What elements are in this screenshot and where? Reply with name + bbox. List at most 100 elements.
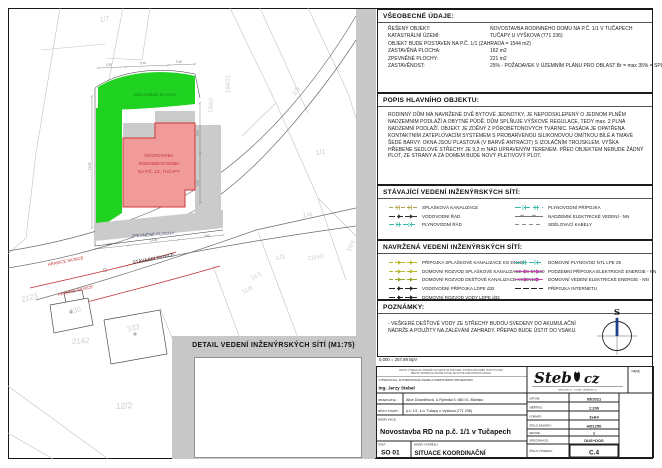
legend-item: PŘÍPOJKA SPLAŠKOVÉ KANALIZACE KG DN150 bbox=[388, 258, 512, 267]
legend-line-sample bbox=[388, 259, 418, 266]
panel-proposed-utilities: NAVRŽENÁ VEDENÍ INŽENÝRSKÝCH SÍTÍ: PŘÍPO… bbox=[377, 240, 653, 300]
legend-label: PODZEMNÍ PŘÍPOJKA ELEKTRICKÉ ENERGIE - N… bbox=[548, 269, 656, 274]
legend-line-sample bbox=[514, 204, 544, 211]
legend-label: SPLAŠKOVÁ KANALIZACE bbox=[422, 205, 478, 210]
legend-item: NADZEMNÍ ELEKTRICKÉ VEDENÍ - NN bbox=[514, 212, 652, 221]
drawing-sheet: 1,50 9,70 5,40 4,65 14,00 3,80 9,00 8,50… bbox=[0, 0, 662, 468]
general-rows: ŘEŠENÝ OBJEKT:NOVOSTAVBA RODINNÉHO DOMU … bbox=[378, 23, 652, 70]
legend-label: VODOVODNÍ PŘÍPOJKA LDPE d32 bbox=[422, 286, 495, 291]
compass-needle bbox=[616, 318, 619, 336]
format-label: FORMÁT: bbox=[530, 415, 542, 419]
legend-label: PŘÍPOJKA INTERNETU bbox=[548, 286, 597, 291]
row-label: ZASTAVĚNOST: bbox=[388, 63, 490, 70]
part-value: SO 01 bbox=[381, 450, 400, 457]
titleblock-texts: TENTO VÝKRES JE CHRÁNĚN AUTORSKÝM ZÁKONE… bbox=[378, 369, 640, 457]
legend-label: DOMOVNÍ PLYNOVOD NTL LPE 25 bbox=[548, 260, 621, 265]
panel-general-data: VŠEOBECNÉ ÚDAJE: ŘEŠENÝ OBJEKT:NOVOSTAVB… bbox=[377, 9, 653, 93]
svg-text:10/3: 10/3 bbox=[346, 239, 357, 253]
svg-text:1/4: 1/4 bbox=[302, 211, 313, 220]
legend-item: VODOVODNÍ PŘÍPOJKA LDPE d32 bbox=[388, 284, 512, 293]
new-house-label: RODINNÉHO DOMU bbox=[139, 161, 180, 166]
existing-legend-col2: PLYNOVODNÍ PŘÍPOJKANADZEMNÍ ELEKTRICKÉ V… bbox=[512, 203, 652, 229]
panel-description-title: POPIS HLAVNÍHO OBJEKTU: bbox=[378, 94, 652, 107]
new-house-label: NA P.Č. 1/1, TUČAPY bbox=[138, 169, 180, 174]
svg-text:2119/2: 2119/2 bbox=[307, 254, 324, 262]
panel-proposed-title: NAVRŽENÁ VEDENÍ INŽENÝRSKÝCH SÍTÍ: bbox=[378, 241, 652, 254]
drawing-name-label: NÁZEV VÝKRESU: bbox=[414, 443, 438, 447]
legend-item: PŘÍPOJKA INTERNETU bbox=[514, 284, 652, 293]
legend-item: VODOVODNÍ ŘÁD bbox=[388, 212, 512, 221]
order-number-value: HD1250 bbox=[587, 423, 602, 428]
legend-line-sample bbox=[514, 276, 544, 283]
general-row: ZPEVNĚNÉ PLOCHY:221 m2 bbox=[378, 56, 652, 63]
description-text: RODINNÝ DŮM MÁ NAVRŽENÉ DVĚ BYTOVÉ JEDNO… bbox=[378, 107, 652, 160]
svg-text:2123: 2123 bbox=[20, 291, 38, 304]
author-label: VYPRACOVAL, AUTORIZOVANÁ OSOBA A ZODPOVĚ… bbox=[379, 377, 474, 382]
specification-value: DUS+DOS bbox=[584, 438, 604, 443]
format-value: 3xA4 bbox=[589, 414, 599, 419]
compass-north-label: S bbox=[614, 308, 620, 318]
company-contact: www.steb.cz · e-mail: info@steb.cz bbox=[558, 389, 598, 392]
title-block: TENTO VÝKRES JE CHRÁNĚN AUTORSKÝM ZÁKONE… bbox=[376, 366, 654, 458]
svg-text:15,50: 15,50 bbox=[88, 162, 92, 170]
existing-legend-col1: SPLAŠKOVÁ KANALIZACE VODOVODNÍ ŘÁD PLYNOVO… bbox=[378, 203, 512, 229]
company-logo-text: Steb bbox=[534, 369, 572, 387]
proposed-legend-col2: DOMOVNÍ PLYNOVOD NTL LPE 25PODZEMNÍ PŘÍP… bbox=[512, 258, 652, 302]
svg-text:9,70: 9,70 bbox=[140, 61, 146, 65]
legend-line-sample bbox=[388, 221, 418, 228]
scale-value: 1:200 bbox=[589, 405, 600, 410]
date-value: 05/2021 bbox=[587, 396, 602, 401]
legend-line-sample bbox=[514, 285, 544, 292]
legend-line-sample bbox=[388, 204, 418, 211]
project-name: Novostavba RD na p.č. 1/1 v Tučapech bbox=[380, 427, 511, 436]
panel-description: POPIS HLAVNÍHO OBJEKTU: RODINNÝ DŮM MÁ N… bbox=[377, 93, 653, 185]
svg-text:8,50: 8,50 bbox=[196, 180, 200, 186]
legend-item: DOMOVNÍ PLYNOVOD NTL LPE 25 bbox=[514, 258, 652, 267]
svg-text:4,65: 4,65 bbox=[106, 242, 113, 247]
row-label: ZPEVNĚNÉ PLOCHY: bbox=[388, 56, 490, 63]
drawing-name-value: SITUACE KOORDINAČNÍ bbox=[415, 449, 486, 457]
legend-label: SDĚLOVACÍ KABELY bbox=[548, 222, 592, 227]
svg-text:1,50: 1,50 bbox=[106, 62, 112, 66]
project-label: NÁZEV AKCE: bbox=[378, 418, 397, 422]
drawing-number-label: ČÍSLO VÝKRESU: bbox=[530, 448, 554, 453]
legend-label: DOMOVNÍ VEDENÍ ELEKTRICKÉ ENERGIE - NN bbox=[548, 277, 649, 282]
svg-text:11/6: 11/6 bbox=[241, 285, 254, 295]
row-value: 25% - POŽADAVEK V ÚZEMNÍM PLÁNU PRO OBLA… bbox=[490, 63, 662, 70]
panel-existing-utilities: STÁVAJÍCÍ VEDENÍ INŽENÝRSKÝCH SÍTÍ: SPLA… bbox=[377, 185, 653, 240]
legend-line-sample bbox=[388, 285, 418, 292]
detail-drawing-area bbox=[194, 357, 362, 458]
svg-text:5,40: 5,40 bbox=[176, 60, 182, 64]
legend-line-sample bbox=[514, 268, 544, 275]
proposed-legend: PŘÍPOJKA SPLAŠKOVÉ KANALIZACE KG DN150DO… bbox=[378, 254, 652, 302]
legend-item: DOMOVNÍ ROZVOD SPLAŠKOVÉ KANALIZACE KG D… bbox=[388, 267, 512, 276]
row-value: 162 m2 bbox=[490, 48, 652, 55]
specification-label: SPECIFIKACE: bbox=[530, 439, 549, 443]
row-value: TUČAPY U VYŠKOVA (771 236) bbox=[490, 33, 652, 40]
svg-text:9,00: 9,00 bbox=[196, 130, 200, 136]
owl-logo-icon bbox=[574, 372, 580, 383]
legend-label: PLYNOVODNÍ ŘÁD bbox=[422, 222, 462, 227]
site-value: p.č. 1/1, k.ú. Tučapy u Vyškova (771 236… bbox=[406, 409, 472, 413]
detail-title: DETAIL VEDENÍ INŽENÝRSKÝCH SÍTÍ (M1:75) bbox=[172, 336, 375, 349]
legend-item: PLYNOVODNÍ PŘÍPOJKA bbox=[514, 203, 652, 212]
legend-line-sample bbox=[514, 221, 544, 228]
legend-item: SDĚLOVACÍ KABELY bbox=[514, 221, 652, 230]
svg-text:14,00: 14,00 bbox=[150, 238, 158, 243]
client-label: OBJEDNATEL: bbox=[378, 398, 397, 402]
author-name: Ing. Jerzy Stebel bbox=[379, 386, 415, 391]
legend-line-sample bbox=[388, 268, 418, 275]
date-label: DATUM: bbox=[530, 397, 541, 401]
copyright-note: TŘETÍM OSOBÁM JE MOŽNÉ POUZE SE SOUHLASE… bbox=[410, 372, 492, 375]
legend-line-sample bbox=[514, 259, 544, 266]
svg-text:2142: 2142 bbox=[72, 336, 91, 346]
svg-text:1/3: 1/3 bbox=[275, 254, 285, 262]
general-row: ZASTAVĚNOST:25% - POŽADAVEK V ÚZEMNÍM PL… bbox=[378, 63, 652, 70]
general-row: KATASTRÁLNÍ ÚZEMÍ:TUČAPY U VYŠKOVA (771 … bbox=[378, 33, 652, 40]
legend-label: VODOVODNÍ ŘÁD bbox=[422, 214, 460, 219]
row-value: 221 m2 bbox=[490, 56, 652, 63]
north-compass: S bbox=[594, 306, 640, 356]
pare-label: PARÉ bbox=[632, 369, 640, 374]
legend-item: SPLAŠKOVÁ KANALIZACE bbox=[388, 203, 512, 212]
proposed-legend-col1: PŘÍPOJKA SPLAŠKOVÉ KANALIZACE KG DN150DO… bbox=[378, 258, 512, 302]
